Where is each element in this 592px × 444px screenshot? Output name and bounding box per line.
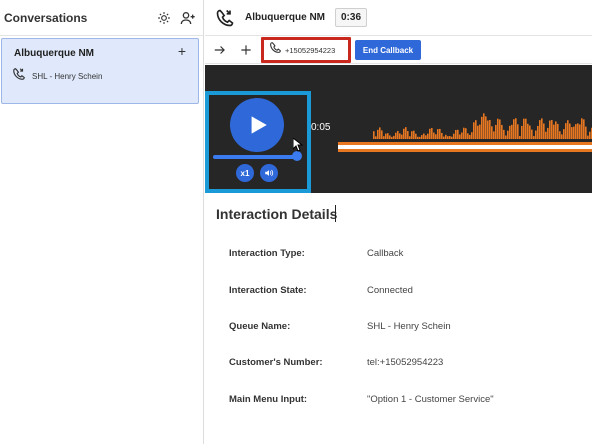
sidebar-title: Conversations <box>4 10 88 25</box>
callback-phone-icon <box>12 67 26 86</box>
text-cursor <box>335 205 336 222</box>
interaction-toolbar: +15052954223 End Callback <box>205 36 592 64</box>
interaction-state-value: Connected <box>367 285 413 296</box>
phone-icon <box>269 41 282 59</box>
conversation-card[interactable]: Albuquerque NM + SHL - Henry Schein <box>1 38 199 104</box>
transfer-arrow-icon[interactable] <box>211 41 229 59</box>
main-menu-input-value: "Option 1 - Customer Service" <box>367 394 494 405</box>
interaction-title: Albuquerque NM <box>245 12 325 23</box>
call-timer: 0:36 <box>335 8 368 27</box>
mouse-cursor-icon <box>293 138 303 152</box>
waveform-track-center <box>338 145 592 149</box>
callback-phone-icon <box>215 8 235 28</box>
end-callback-button[interactable]: End Callback <box>355 40 421 60</box>
callback-number: +15052954223 <box>285 45 336 55</box>
playback-speed-button[interactable]: x1 <box>236 164 254 182</box>
play-icon <box>251 116 267 134</box>
conversation-name: Albuquerque NM <box>14 48 94 59</box>
elapsed-time: 0:05 <box>311 122 331 133</box>
playback-slider-handle[interactable] <box>292 151 302 161</box>
waveform-track-top <box>338 142 592 145</box>
playback-progress-slider[interactable] <box>213 155 297 159</box>
volume-button[interactable] <box>260 164 278 182</box>
sidebar-header: Conversations <box>0 0 203 36</box>
customer-number-label: Customer's Number: <box>229 357 323 368</box>
add-icon[interactable]: + <box>178 44 186 58</box>
conversation-queue-label: SHL - Henry Schein <box>32 72 103 81</box>
volume-icon <box>265 169 274 177</box>
main-menu-input-label: Main Menu Input: <box>229 394 308 405</box>
conversation-queue: SHL - Henry Schein <box>12 67 102 86</box>
add-icon[interactable] <box>237 41 255 59</box>
conversations-sidebar: Conversations Albuquerque NM + SHL - Hen… <box>0 0 204 444</box>
interaction-state-label: Interaction State: <box>229 285 307 296</box>
play-button[interactable] <box>230 98 284 152</box>
waveform-track-bottom <box>338 149 592 152</box>
queue-name-label: Queue Name: <box>229 321 291 332</box>
interaction-header: Albuquerque NM 0:36 <box>205 0 592 36</box>
interaction-type-value: Callback <box>367 248 404 259</box>
app-window: Conversations Albuquerque NM + SHL - Hen… <box>0 0 592 444</box>
interaction-type-label: Interaction Type: <box>229 248 305 259</box>
customer-number-value: tel:+15052954223 <box>367 357 444 368</box>
callback-number-field[interactable]: +15052954223 <box>261 37 351 63</box>
queue-name-value: SHL - Henry Schein <box>367 321 451 332</box>
gear-icon[interactable] <box>155 9 173 27</box>
add-user-icon[interactable] <box>179 9 197 27</box>
details-title: Interaction Details <box>216 206 338 222</box>
